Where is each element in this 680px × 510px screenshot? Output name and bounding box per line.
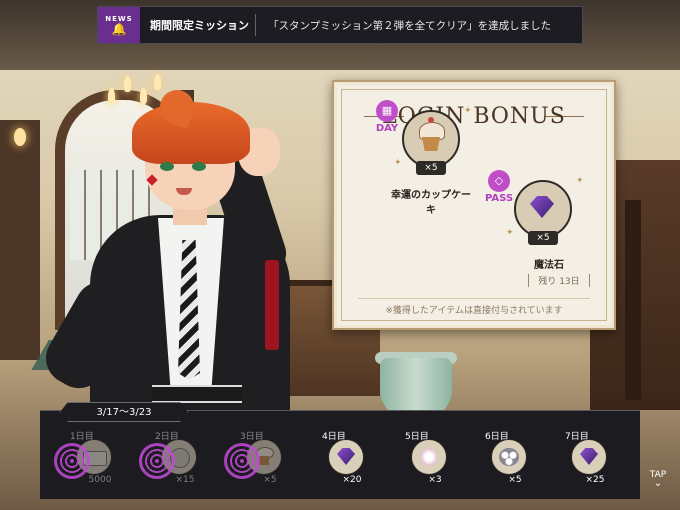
claimed-stamp-icon: [54, 443, 90, 479]
day-count: ×25: [585, 475, 605, 485]
door-frame: [0, 120, 40, 360]
banner-label: 期間限定ミッション: [150, 19, 249, 32]
pass-reward-circle: [514, 180, 572, 238]
day-reward-name-line2: キ: [426, 205, 436, 216]
sparkle-icon: ✦: [506, 228, 514, 238]
gem-icon: [530, 196, 554, 218]
calendar-day-5: 5日目 ×3: [385, 429, 465, 493]
claimed-stamp-icon: [139, 443, 175, 479]
gem-icon: [337, 448, 355, 465]
calendar-day-4: 4日目 ×20: [302, 429, 382, 493]
day-count: ×5: [263, 475, 277, 485]
pass-tag-label: PASS: [484, 193, 514, 204]
diamond-icon: ◇: [488, 170, 510, 192]
pass-remaining-days: 残り 13日: [528, 274, 590, 287]
day-reward-circle: [411, 439, 447, 475]
pass-reward-count: ×5: [528, 231, 558, 245]
day-reward-count: ×5: [416, 161, 446, 175]
day-count: ×3: [428, 475, 442, 485]
day-count: 5000: [88, 475, 112, 485]
login-calendar: 1日目 5000 2日目 ×15 3日目 ×5 4日目 ×20 5日目 ×3 6…: [40, 410, 640, 499]
stair-post: [625, 200, 641, 400]
vase: [380, 358, 452, 418]
date-range-tab: 3/17〜3/23: [60, 402, 188, 422]
login-bonus-panel: LOGIN BONUS ▦ DAY ✦ ✦ ×5 幸運のカップケー キ ◇ PA…: [332, 80, 616, 330]
calendar-day-6: 6日目 ×5: [465, 429, 545, 493]
claimed-stamp-icon: [224, 443, 260, 479]
character-left-eye: [160, 162, 174, 171]
sparkle-icon: ✦: [576, 176, 584, 186]
calendar-day-2: 2日目 ×15: [135, 429, 215, 493]
day-count: ×20: [342, 475, 362, 485]
day-tag-label: DAY: [375, 123, 399, 134]
gem-icon: [580, 448, 598, 465]
day-reward: ▦ DAY ✦ ✦ ×5 幸運のカップケー キ: [372, 100, 472, 216]
character-armband: [265, 260, 279, 350]
sparkle-icon: ✦: [394, 158, 402, 168]
news-banner[interactable]: NEWS 🔔 期間限定ミッション 「スタンプミッション第２弾を全てクリア」を達成…: [97, 6, 583, 44]
calendar-icon: ▦: [376, 100, 398, 122]
banner-message: 「スタンプミッション第２弾を全てクリア」を達成しました: [268, 19, 552, 32]
day-count: ×15: [175, 475, 195, 485]
day-reward-circle: [571, 439, 607, 475]
sparkle-icon: ✦: [464, 106, 472, 116]
bell-icon: 🔔: [111, 22, 127, 36]
pass-reward-name: 魔法石: [534, 260, 564, 271]
calendar-day-7: 7日目 ×25: [545, 429, 625, 493]
day-reward-circle: [402, 110, 460, 168]
cupcake-icon: [417, 117, 445, 152]
day-reward-name: 幸運のカップケー キ: [376, 188, 486, 218]
flower-icon: [420, 448, 438, 466]
panel-note: ※獲得したアイテムは直接付与されています: [358, 298, 590, 316]
pass-tag: ◇ PASS: [484, 170, 514, 204]
character-right-eye: [192, 162, 206, 171]
calendar-day-1: 1日目 5000: [50, 429, 130, 493]
news-badge: NEWS 🔔: [98, 7, 140, 43]
day-count: ×5: [508, 475, 522, 485]
calendar-day-3: 3日目 ×5: [220, 429, 300, 493]
chevron-down-icon: ⌄: [653, 478, 663, 489]
tap-prompt[interactable]: TAP ⌄: [643, 470, 673, 489]
orbs-icon: [499, 448, 519, 466]
character: [36, 85, 340, 425]
character-belt: [152, 385, 242, 403]
day-tag: ▦ DAY: [372, 100, 402, 134]
day-reward-circle: [491, 439, 527, 475]
day-reward-name-line1: 幸運のカップケー: [391, 190, 471, 201]
day-reward-circle: [328, 439, 364, 475]
banner-divider: [255, 14, 256, 36]
wall-lamp: [14, 128, 26, 146]
